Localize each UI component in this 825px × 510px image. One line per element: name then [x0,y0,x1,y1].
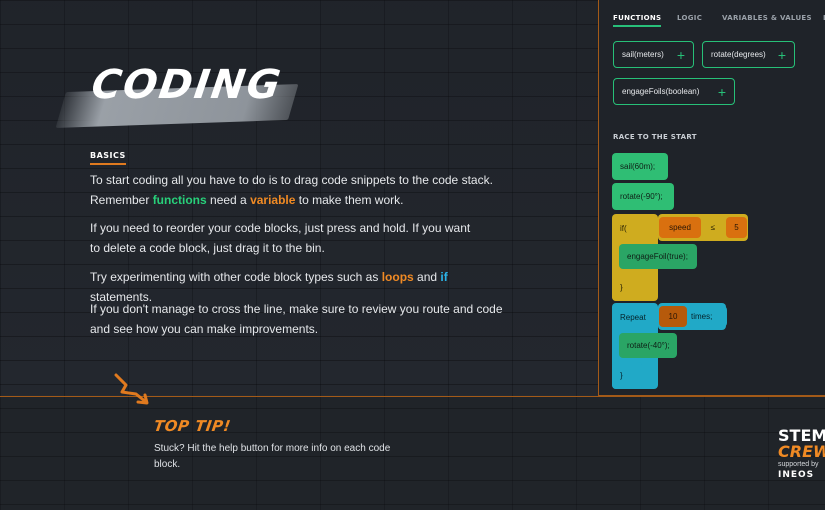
tab-functions[interactable]: FUNCTIONS [613,14,662,27]
repeat-times: times; [687,306,727,327]
intro-text: Try experimenting with other code block … [90,270,382,284]
intro-paragraph-4: If you don't manage to cross the line, m… [90,302,503,336]
code-panel: FUNCTIONS LOGIC VARIABLES & VALUES L sai… [598,0,825,396]
intro-text: and [413,270,441,284]
repeat-close-brace: } [612,362,642,389]
snippet-sail[interactable]: sail(meters) + [613,41,694,68]
tip-text: Stuck? Hit the help button for more info… [154,443,391,470]
plus-icon[interactable]: + [718,85,726,99]
if-variable-speed[interactable]: speed [659,217,701,238]
plus-icon[interactable]: + [677,48,685,62]
page-title: CODING [88,62,285,108]
if-close-brace: } [612,274,642,301]
if-keyword: if( [620,224,627,233]
panel-tabs: FUNCTIONS LOGIC VARIABLES & VALUES L [613,14,825,28]
repeat-count[interactable]: 10 [659,306,687,327]
logo-ineos: INEOS [778,470,815,480]
snippet-engage-foils[interactable]: engageFoils(boolean) + [613,78,735,105]
stem-crew-logo: STEM CREW supported by INEOS [778,428,825,488]
snippet-label: engageFoils(boolean) [622,87,700,96]
tab-logic[interactable]: LOGIC [677,14,702,22]
tip-bar [0,396,825,510]
block-sail[interactable]: sail(60m); [612,153,668,180]
intro-paragraph-1: To start coding all you have to do is to… [90,171,510,210]
snippet-rotate[interactable]: rotate(degrees) + [702,41,795,68]
block-rotate[interactable]: rotate(-90°); [612,183,674,210]
intro-paragraph-2: If you need to reorder your code blocks,… [90,221,471,255]
block-engage-foil[interactable]: engageFoil(true); [619,244,697,269]
intro-text: Remember [90,192,153,207]
keyword-variable: variable [250,192,296,207]
section-label-basics: BASICS [90,151,126,165]
arrow-icon [114,373,149,405]
plus-icon[interactable]: + [778,48,786,62]
keyword-if: if [440,270,448,284]
tab-variables-values[interactable]: VARIABLES & VALUES [722,14,812,22]
intro-text: To start coding all you have to do is to… [90,173,493,187]
logo-supported-by: supported by [778,461,819,468]
snippet-label: sail(meters) [622,50,664,59]
intro-text: need a [206,192,251,207]
keyword-functions: functions [152,192,207,207]
keyword-loops: loops [381,270,414,284]
block-rotate-inner[interactable]: rotate(-40°); [619,333,677,358]
if-operator[interactable]: ≤ [703,217,723,238]
logo-crew: CREW [778,442,825,461]
repeat-keyword: Repeat [620,313,646,322]
intro-text: to make them work. [295,192,404,207]
stack-label: RACE TO THE START [613,133,697,141]
if-value[interactable]: 5 [726,217,747,238]
snippet-label: rotate(degrees) [711,50,766,59]
tip-title: TOP TIP! [152,417,233,435]
